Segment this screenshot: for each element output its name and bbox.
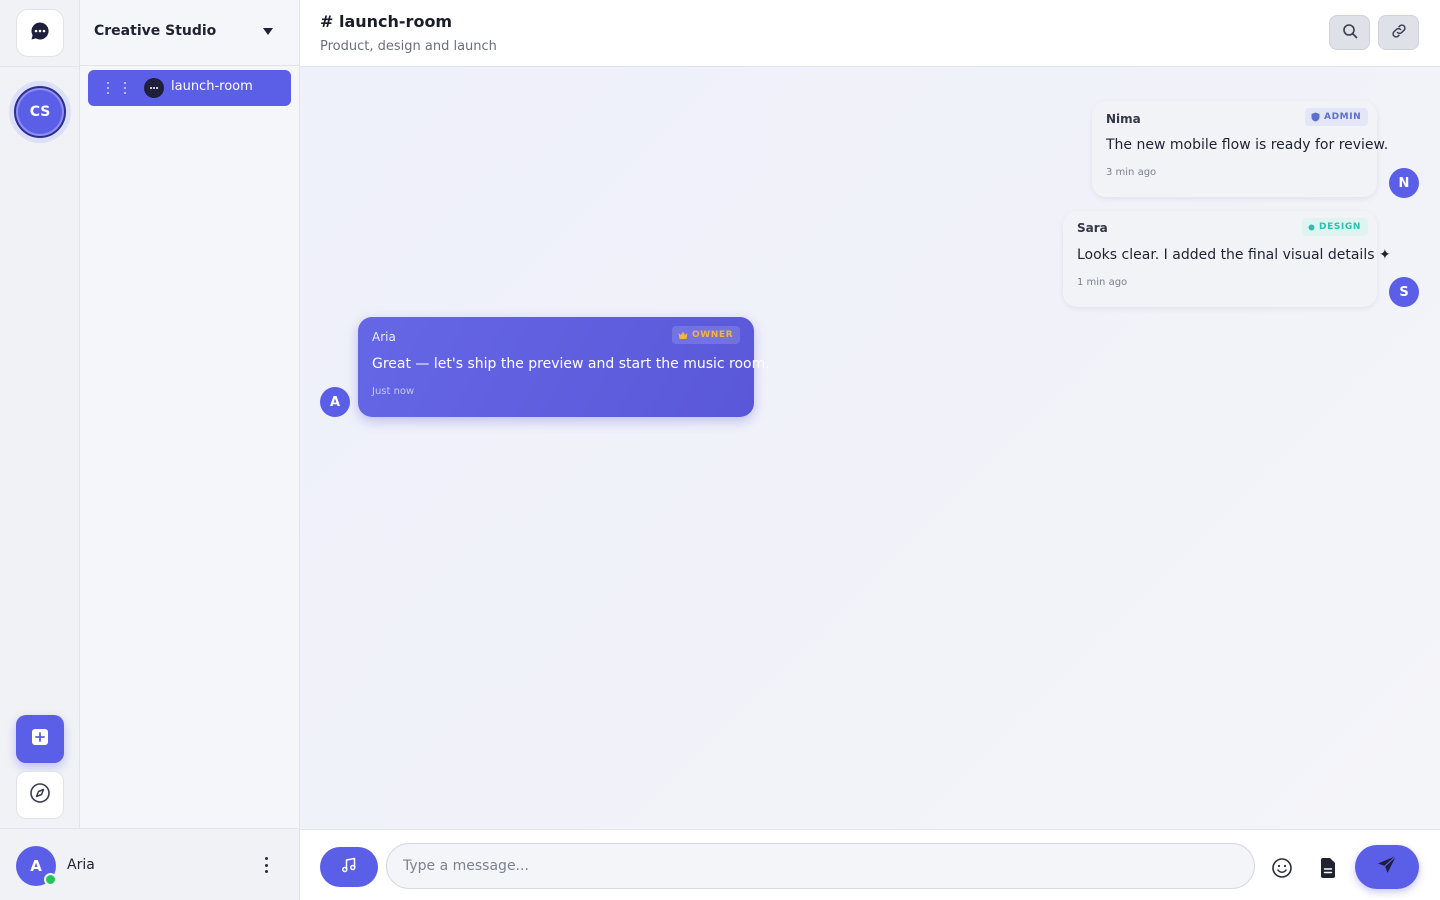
badge-label: ADMIN bbox=[1324, 112, 1362, 122]
server-header[interactable]: Creative Studio bbox=[80, 0, 299, 66]
server-name: Creative Studio bbox=[94, 23, 217, 39]
message-input[interactable] bbox=[386, 843, 1255, 889]
add-server-button[interactable] bbox=[16, 715, 64, 763]
emoji-button[interactable] bbox=[1270, 858, 1294, 882]
avatar[interactable]: A bbox=[320, 387, 350, 417]
compass-icon bbox=[29, 782, 51, 808]
message-text: The new mobile flow is ready for review. bbox=[1106, 137, 1389, 153]
send-icon bbox=[1376, 854, 1398, 880]
server-avatar-creative-studio[interactable]: CS bbox=[14, 86, 66, 138]
copy-link-button[interactable] bbox=[1378, 15, 1419, 50]
message-bubble[interactable]: Sara DESIGN Looks clear. I added the fin… bbox=[1063, 211, 1391, 307]
message-text: Great — let's ship the preview and start… bbox=[372, 356, 770, 372]
search-icon bbox=[1342, 23, 1358, 43]
badge-label: DESIGN bbox=[1319, 222, 1361, 232]
dot-icon bbox=[1308, 224, 1315, 230]
chat-bubble-icon bbox=[144, 78, 164, 98]
chat-bubble-icon bbox=[29, 20, 51, 46]
channel-sidebar: Creative Studio launch-room bbox=[80, 0, 300, 828]
explore-button[interactable] bbox=[16, 771, 64, 819]
message-text: Looks clear. I added the final visual de… bbox=[1077, 247, 1391, 263]
avatar[interactable]: S bbox=[1389, 277, 1419, 307]
send-button[interactable] bbox=[1355, 845, 1419, 889]
room-subtitle: Product, design and launch bbox=[320, 39, 497, 54]
smiley-icon bbox=[1271, 857, 1293, 883]
server-icon-wrapper[interactable]: CS bbox=[9, 81, 71, 143]
message-author: Sara bbox=[1077, 221, 1108, 235]
message-timestamp: 3 min ago bbox=[1106, 167, 1157, 178]
shield-icon bbox=[1311, 112, 1320, 122]
user-panel: A Aria bbox=[0, 828, 300, 900]
status-badge: ADMIN bbox=[1305, 108, 1369, 126]
home-button[interactable] bbox=[16, 9, 64, 57]
badge-label: OWNER bbox=[692, 330, 734, 340]
plus-square-icon bbox=[31, 728, 49, 750]
crown-icon bbox=[678, 331, 688, 339]
search-button[interactable] bbox=[1329, 15, 1370, 50]
server-rail: CS bbox=[0, 0, 80, 828]
status-badge: DESIGN bbox=[1302, 218, 1368, 236]
caret-down-icon[interactable] bbox=[263, 28, 273, 35]
chat-header: # launch-room Product, design and launch bbox=[300, 0, 1440, 67]
drag-handle-icon[interactable] bbox=[106, 81, 130, 95]
channel-item-launch-room[interactable]: launch-room bbox=[88, 70, 291, 106]
rail-divider bbox=[0, 66, 80, 67]
vertical-dots-icon[interactable] bbox=[261, 857, 271, 873]
message-author: Nima bbox=[1106, 112, 1141, 126]
online-status-icon bbox=[44, 873, 57, 886]
message-bubble[interactable]: Aria OWNER Great — let's ship the previe… bbox=[358, 317, 770, 417]
channel-label: launch-room bbox=[171, 79, 253, 94]
page-title: # launch-room bbox=[320, 12, 453, 31]
file-icon bbox=[1319, 857, 1337, 883]
message-timestamp: Just now bbox=[372, 386, 415, 397]
message-author: Aria bbox=[372, 330, 396, 344]
message-timestamp: 1 min ago bbox=[1077, 277, 1128, 288]
user-name: Aria bbox=[67, 857, 95, 873]
message-composer bbox=[300, 829, 1440, 900]
music-note-icon bbox=[340, 856, 358, 878]
music-button[interactable] bbox=[320, 847, 378, 887]
attach-file-button[interactable] bbox=[1316, 858, 1340, 882]
avatar[interactable]: N bbox=[1389, 168, 1419, 198]
status-badge: OWNER bbox=[672, 326, 741, 344]
link-icon bbox=[1390, 22, 1408, 44]
message-list[interactable]: Nima ADMIN The new mobile flow is ready … bbox=[300, 67, 1440, 828]
message-bubble[interactable]: Nima ADMIN The new mobile flow is ready … bbox=[1092, 101, 1388, 197]
